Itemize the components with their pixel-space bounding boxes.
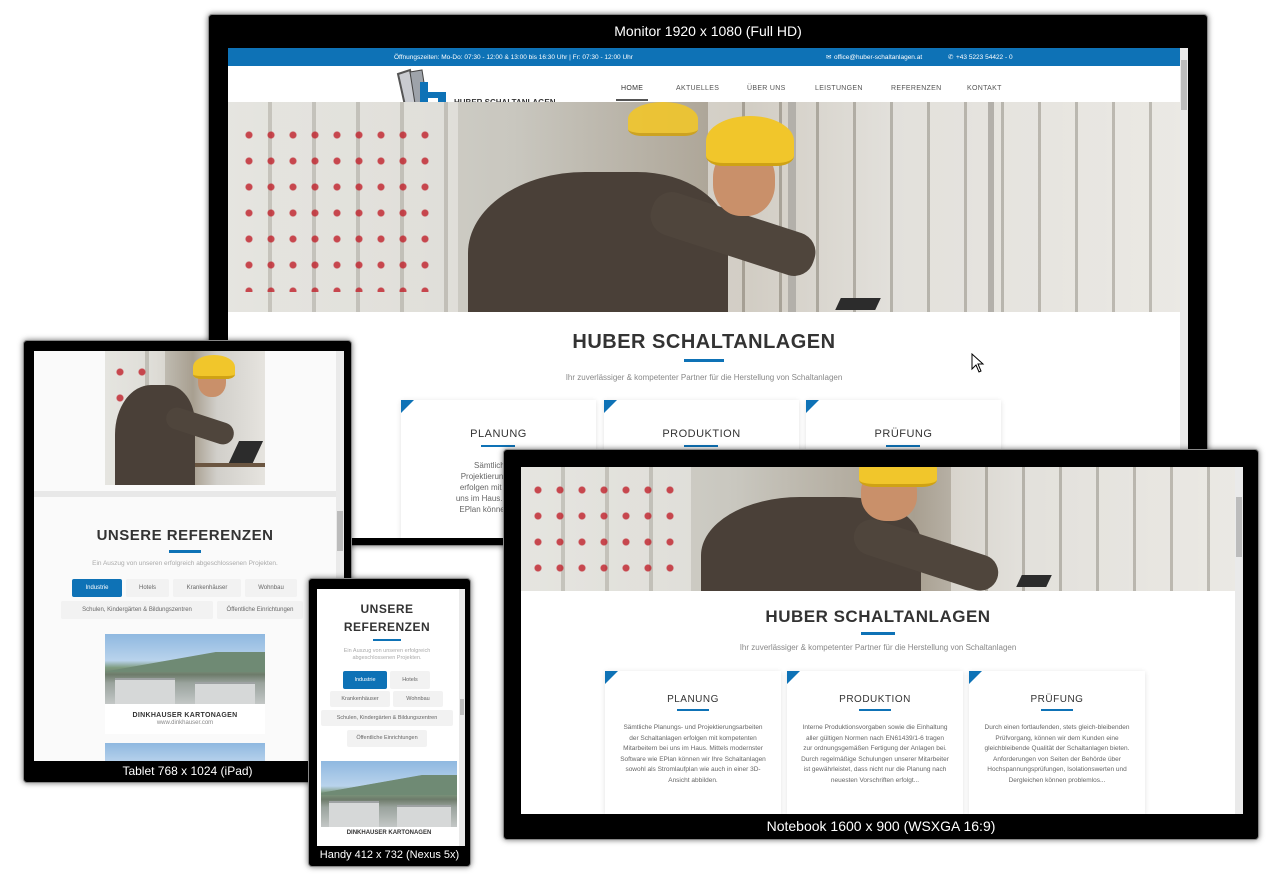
- filter-wohnbau[interactable]: Wohnbau: [393, 691, 443, 707]
- scroll-thumb[interactable]: [337, 511, 343, 551]
- monitor-label: Monitor 1920 x 1080 (Full HD): [614, 23, 802, 39]
- reference-caption: DINKHAUSER KARTONAGEN: [321, 827, 457, 846]
- references-subtitle-line1: Ein Auszug von unseren erfolgreich: [343, 648, 431, 654]
- mouse-cursor-icon: [971, 353, 985, 373]
- email-link[interactable]: office@huber-schaltanlagen.at: [834, 54, 922, 61]
- card-text: Durch einen fortlaufenden, stets gleich-…: [984, 724, 1130, 784]
- references-underline: [169, 550, 201, 553]
- card-corner-icon: [969, 671, 982, 684]
- hero-photo: [228, 102, 1180, 312]
- references-title-line2: REFERENZEN: [343, 620, 431, 634]
- card-corner-icon: [604, 400, 617, 413]
- scroll-thumb[interactable]: [460, 699, 464, 715]
- references-title: UNSERE REFERENZEN: [96, 527, 274, 544]
- filter-wohnbau[interactable]: Wohnbau: [245, 579, 297, 597]
- reference-title: DINKHAUSER KARTONAGEN: [132, 712, 238, 719]
- card-text: Sämtliche Planungs- und Projektierungsar…: [620, 724, 766, 784]
- filter-oeffentliche[interactable]: Öffentliche Einrichtungen: [347, 730, 427, 747]
- nav-home[interactable]: HOME: [621, 85, 643, 92]
- references-subtitle: Ein Auszug von unseren erfolgreich abges…: [92, 560, 278, 567]
- references-title-line1: UNSERE: [360, 602, 414, 616]
- hero-subtitle: Ihr zuverlässiger & kompetenter Partner …: [739, 643, 1017, 652]
- reference-url[interactable]: www.dinkhauser.com: [105, 720, 265, 726]
- notebook-screen: HUBER SCHALTANLAGEN Ihr zuverlässiger & …: [521, 467, 1243, 814]
- hero-subtitle: Ihr zuverlässiger & kompetenter Partner …: [565, 373, 843, 382]
- card-title: PRÜFUNG: [1030, 694, 1084, 705]
- desk: [195, 463, 265, 467]
- email-icon: ✉: [826, 54, 832, 61]
- reference-title: DINKHAUSER KARTONAGEN: [346, 830, 432, 836]
- card-underline: [1041, 709, 1073, 711]
- phone-link[interactable]: +43 5223 54422 - 0: [956, 54, 1013, 61]
- card-underline: [481, 445, 515, 447]
- phone-icon: ✆: [948, 54, 954, 61]
- nav-kontakt[interactable]: KONTAKT: [967, 85, 1002, 92]
- nav-leistungen[interactable]: LEISTUNGEN: [815, 85, 863, 92]
- notebook-photo: [521, 467, 1235, 591]
- nav-referenzen[interactable]: REFERENZEN: [891, 85, 941, 92]
- filter-krankenhaeuser[interactable]: Krankenhäuser: [173, 579, 241, 597]
- tablet-photo: [105, 351, 265, 485]
- handy-frame: UNSERE REFERENZEN Ein Auszug von unseren…: [308, 578, 471, 867]
- opening-hours: Öffnungszeiten: Mo-Do: 07:30 - 12:00 & 1…: [394, 54, 633, 61]
- filter-schulen[interactable]: Schulen, Kindergärten & Bildungszentren: [61, 601, 213, 619]
- filter-industrie[interactable]: Industrie: [72, 579, 122, 597]
- card-title: PRODUKTION: [662, 428, 741, 440]
- reference-image[interactable]: [105, 634, 265, 704]
- reference-image-2[interactable]: [105, 743, 265, 761]
- notebook-label: Notebook 1600 x 900 (WSXGA 16:9): [766, 818, 996, 834]
- monitor-topbar: Öffnungszeiten: Mo-Do: 07:30 - 12:00 & 1…: [228, 48, 1180, 66]
- filter-hotels[interactable]: Hotels: [126, 579, 169, 597]
- card-corner-icon: [787, 671, 800, 684]
- tablet-label: Tablet 768 x 1024 (iPad): [122, 764, 253, 778]
- notebook-frame: HUBER SCHALTANLAGEN Ihr zuverlässiger & …: [503, 449, 1259, 840]
- card-pruefung[interactable]: PRÜFUNG Durch einen fortlaufenden, stets…: [969, 671, 1145, 814]
- hero-title-underline: [684, 359, 724, 362]
- card-title: PRODUKTION: [839, 694, 911, 705]
- scroll-thumb[interactable]: [1181, 60, 1187, 110]
- hero-title-underline: [861, 632, 895, 635]
- notebook-scrollbar[interactable]: [1235, 467, 1243, 814]
- handy-label: Handy 412 x 732 (Nexus 5x): [319, 849, 460, 861]
- card-corner-icon: [605, 671, 618, 684]
- handy-scrollbar[interactable]: [459, 589, 465, 846]
- tablet-frame: UNSERE REFERENZEN Ein Auszug von unseren…: [23, 340, 352, 783]
- card-produktion[interactable]: PRODUKTION Interne Produktionsvorgaben s…: [787, 671, 963, 814]
- card-underline: [684, 445, 718, 447]
- nav-ueber-uns[interactable]: ÜBER UNS: [747, 85, 786, 92]
- card-planung[interactable]: PLANUNG Sämtliche Planungs- und Projekti…: [605, 671, 781, 814]
- filter-hotels[interactable]: Hotels: [390, 671, 430, 689]
- card-title: PLANUNG: [667, 694, 719, 705]
- card-title: PLANUNG: [470, 428, 527, 440]
- card-underline: [677, 709, 709, 711]
- references-subtitle-line2: abgeschlossenen Projekten.: [352, 655, 422, 661]
- tablet-screen: UNSERE REFERENZEN Ein Auszug von unseren…: [34, 351, 344, 761]
- hero-title: HUBER SCHALTANLAGEN: [572, 331, 836, 353]
- card-title: PRÜFUNG: [874, 428, 933, 440]
- tablet-divider: [34, 491, 336, 497]
- handy-screen: UNSERE REFERENZEN Ein Auszug von unseren…: [317, 589, 465, 846]
- nav-aktuelles[interactable]: AKTUELLES: [676, 85, 719, 92]
- filter-schulen[interactable]: Schulen, Kindergärten & Bildungszentren: [321, 710, 453, 726]
- nav-home-underline: [616, 99, 648, 101]
- filter-oeffentliche[interactable]: Öffentliche Einrichtungen: [217, 601, 303, 619]
- filter-industrie[interactable]: Industrie: [343, 671, 387, 689]
- hero-title: HUBER SCHALTANLAGEN: [765, 607, 991, 626]
- scroll-thumb[interactable]: [1236, 497, 1242, 557]
- reference-image[interactable]: [321, 761, 457, 827]
- card-corner-icon: [806, 400, 819, 413]
- references-underline: [373, 639, 401, 641]
- reference-caption: DINKHAUSER KARTONAGEN www.dinkhauser.com: [105, 704, 265, 734]
- monitor-header: [228, 66, 1180, 102]
- card-underline: [859, 709, 891, 711]
- card-underline: [886, 445, 920, 447]
- filter-krankenhaeuser[interactable]: Krankenhäuser: [330, 691, 390, 707]
- card-corner-icon: [401, 400, 414, 413]
- card-text: Interne Produktionsvorgaben sowie die Ei…: [801, 724, 949, 784]
